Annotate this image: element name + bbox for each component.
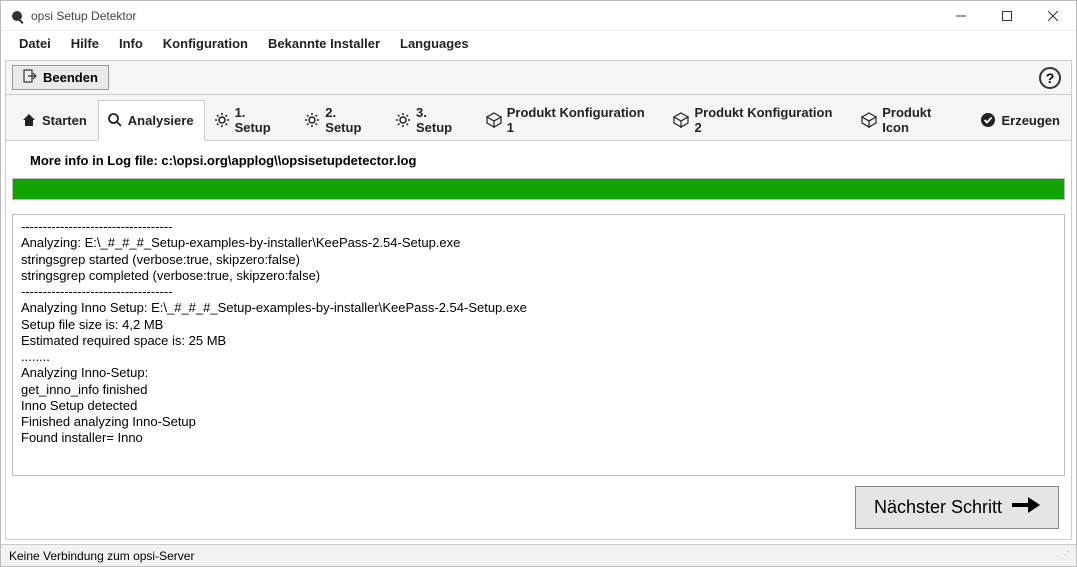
- home-icon: [21, 112, 37, 128]
- app-icon: [9, 8, 25, 24]
- tab-setup2[interactable]: 2. Setup: [295, 100, 386, 141]
- tab-starten[interactable]: Starten: [12, 100, 98, 141]
- cube-icon: [486, 112, 502, 128]
- maximize-button[interactable]: [984, 1, 1030, 31]
- exit-icon: [23, 69, 37, 86]
- tab-label: Produkt Konfiguration 2: [694, 105, 841, 135]
- tab-label: 2. Setup: [325, 105, 375, 135]
- tab-produkt-konfiguration-2[interactable]: Produkt Konfiguration 2: [664, 100, 852, 141]
- statusbar: Keine Verbindung zum opsi-Server ⋰: [1, 544, 1076, 566]
- tab-label: Starten: [42, 113, 87, 128]
- tab-label: Produkt Konfiguration 1: [507, 105, 654, 135]
- tab-erzeugen[interactable]: Erzeugen: [971, 100, 1071, 141]
- menu-languages[interactable]: Languages: [390, 33, 479, 54]
- content-analyze: More info in Log file: c:\opsi.org\applo…: [5, 141, 1072, 540]
- check-icon: [980, 112, 996, 128]
- cube-icon: [861, 112, 877, 128]
- exit-button[interactable]: Beenden: [12, 65, 109, 90]
- exit-button-label: Beenden: [43, 70, 98, 85]
- gear-icon: [214, 112, 230, 128]
- help-button[interactable]: ?: [1039, 67, 1061, 89]
- log-output[interactable]: ----------------------------------- Anal…: [12, 214, 1065, 476]
- window-controls: [938, 1, 1076, 31]
- tab-produkt-konfiguration-1[interactable]: Produkt Konfiguration 1: [477, 100, 665, 141]
- tabstrip: Starten Analysiere 1. Setup 2. Setup 3. …: [5, 95, 1072, 141]
- tab-setup1[interactable]: 1. Setup: [205, 100, 296, 141]
- next-step-button[interactable]: Nächster Schritt: [855, 486, 1059, 529]
- minimize-button[interactable]: [938, 1, 984, 31]
- log-info-line: More info in Log file: c:\opsi.org\applo…: [12, 147, 1065, 178]
- tab-label: Erzeugen: [1001, 113, 1060, 128]
- tab-setup3[interactable]: 3. Setup: [386, 100, 477, 141]
- tab-analysiere[interactable]: Analysiere: [98, 100, 205, 141]
- tab-produkt-icon[interactable]: Produkt Icon: [852, 100, 971, 141]
- menu-hilfe[interactable]: Hilfe: [61, 33, 109, 54]
- tab-label: Analysiere: [128, 113, 194, 128]
- menu-datei[interactable]: Datei: [9, 33, 61, 54]
- next-step-label: Nächster Schritt: [874, 497, 1002, 518]
- progress-bar: [12, 178, 1065, 200]
- menu-bekannte-installer[interactable]: Bekannte Installer: [258, 33, 390, 54]
- progress-fill: [13, 179, 1064, 199]
- close-button[interactable]: [1030, 1, 1076, 31]
- menubar: Datei Hilfe Info Konfiguration Bekannte …: [1, 31, 1076, 58]
- toolbar: Beenden ?: [5, 60, 1072, 95]
- cube-icon: [673, 112, 689, 128]
- tab-label: 1. Setup: [235, 105, 285, 135]
- titlebar: opsi Setup Detektor: [1, 1, 1076, 31]
- resize-grip[interactable]: ⋰: [1060, 550, 1068, 561]
- menu-konfiguration[interactable]: Konfiguration: [153, 33, 258, 54]
- window-title: opsi Setup Detektor: [31, 9, 136, 23]
- tab-label: 3. Setup: [416, 105, 466, 135]
- gear-icon: [395, 112, 411, 128]
- search-icon: [107, 112, 123, 128]
- arrow-right-icon: [1012, 497, 1040, 518]
- tab-label: Produkt Icon: [882, 105, 960, 135]
- menu-info[interactable]: Info: [109, 33, 153, 54]
- status-text: Keine Verbindung zum opsi-Server: [9, 549, 194, 563]
- gear-icon: [304, 112, 320, 128]
- help-icon: ?: [1046, 70, 1055, 86]
- next-button-row: Nächster Schritt: [12, 476, 1065, 531]
